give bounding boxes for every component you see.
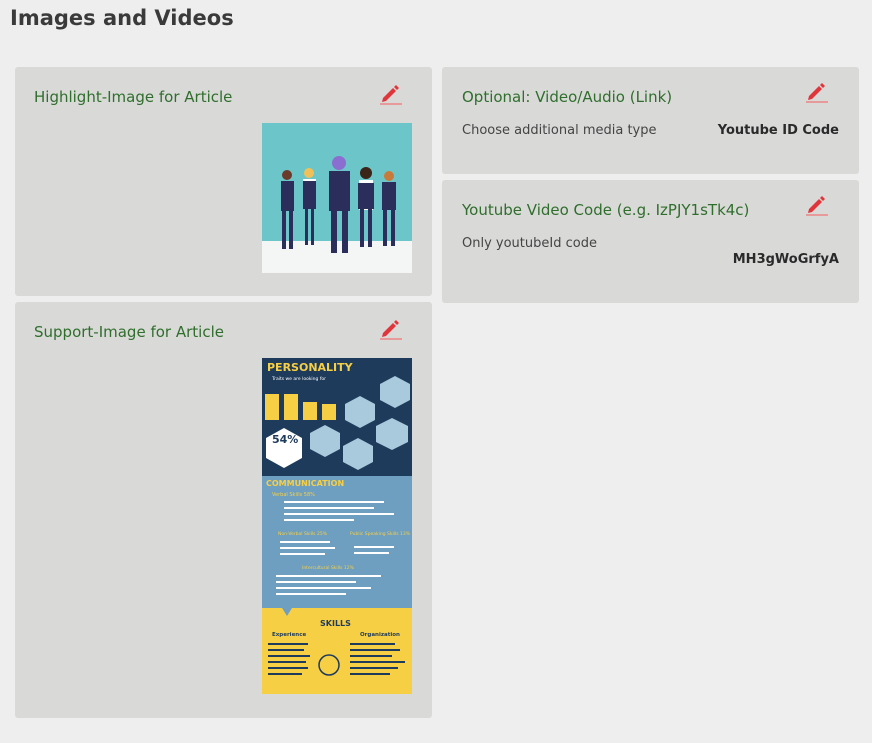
media-type-label: Choose additional media type [462, 123, 657, 138]
video-audio-title: Optional: Video/Audio (Link) [462, 88, 673, 106]
pencil-icon [806, 196, 828, 216]
page-title: Images and Videos [10, 6, 234, 30]
media-type-value: Youtube ID Code [717, 123, 839, 138]
highlight-image-title: Highlight-Image for Article [34, 88, 233, 106]
support-image-card: Support-Image for Article PERSONALITY Tr… [15, 302, 432, 718]
pencil-icon [380, 320, 402, 340]
edit-youtube-code-button[interactable] [805, 193, 829, 217]
edit-support-button[interactable] [379, 317, 403, 341]
infographic-stat: 54% [272, 433, 298, 446]
support-image-title: Support-Image for Article [34, 323, 224, 341]
infographic-experience: Experience [272, 632, 306, 638]
infographic-verbal: Verbal Skills 58% [272, 492, 315, 498]
youtube-code-card: Youtube Video Code (e.g. IzPJY1sTk4c) On… [442, 180, 859, 303]
infographic-intercultural: Intercultural Skills 12% [302, 565, 355, 571]
edit-highlight-button[interactable] [379, 82, 403, 106]
video-audio-card: Optional: Video/Audio (Link) Choose addi… [442, 67, 859, 174]
infographic-organization: Organization [360, 632, 400, 638]
youtube-code-value: MH3gWoGrfyA [732, 252, 839, 267]
pencil-icon [806, 83, 828, 103]
infographic-communication: COMMUNICATION [266, 479, 344, 488]
edit-video-audio-button[interactable] [805, 80, 829, 104]
youtube-code-label: Only youtubeId code [462, 236, 597, 251]
youtube-code-title: Youtube Video Code (e.g. IzPJY1sTk4c) [462, 201, 750, 219]
infographic-public: Public Speaking Skills 13% [350, 531, 411, 537]
infographic-nonverbal: Non-Verbal Skills 25% [278, 531, 328, 537]
highlight-image [262, 123, 412, 273]
infographic-subheading: Traits we are looking for [271, 376, 326, 382]
highlight-image-card: Highlight-Image for Article [15, 67, 432, 296]
infographic-heading: PERSONALITY [267, 361, 354, 374]
pencil-icon [380, 85, 402, 105]
support-image-infographic: PERSONALITY Traits we are looking for 54… [262, 358, 412, 694]
infographic-skills: SKILLS [320, 619, 351, 628]
